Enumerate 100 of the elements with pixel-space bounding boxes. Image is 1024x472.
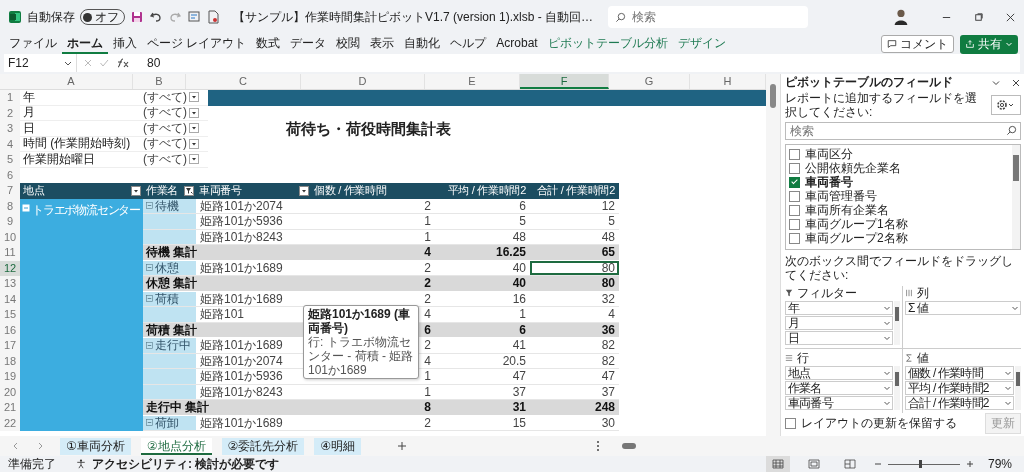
save-icon[interactable] (130, 10, 144, 24)
column-header[interactable]: B (133, 74, 186, 89)
accessibility-status[interactable]: アクセシビリティ: 検討が必要です (92, 455, 280, 472)
row-header[interactable]: 4 (0, 136, 20, 152)
formula-field[interactable]: 80 (139, 56, 1020, 70)
row-header[interactable]: 5 (0, 152, 20, 168)
scrollbar[interactable] (1012, 145, 1020, 249)
collapse-icon[interactable] (146, 295, 153, 303)
previous-sheet-icon[interactable] (12, 442, 20, 450)
row-header[interactable]: 22 (0, 415, 20, 431)
ribbon-tab[interactable]: ページ レイアウト (142, 34, 252, 54)
column-header[interactable]: A (10, 74, 133, 89)
accessibility-icon[interactable] (76, 459, 86, 469)
row-header[interactable]: 17 (0, 338, 20, 354)
filter-dropdown-button[interactable] (189, 107, 199, 118)
zoom-slider[interactable] (887, 459, 960, 469)
collapse-icon[interactable] (146, 341, 153, 349)
area-field[interactable]: 月 (785, 316, 893, 330)
row-header[interactable]: 14 (0, 291, 20, 307)
row-header[interactable]: 8 (0, 198, 20, 214)
ribbon-tab[interactable]: Acrobat (491, 34, 543, 54)
table-cell[interactable]: 4 (530, 307, 619, 322)
row-header[interactable]: 11 (0, 245, 20, 261)
table-cell[interactable]: 37 (530, 384, 619, 399)
table-cell[interactable]: 12 (530, 198, 619, 213)
zoom-out-icon[interactable] (873, 460, 882, 468)
column-header[interactable]: C (186, 74, 301, 89)
ribbon-tab[interactable]: ヘルプ (445, 34, 492, 54)
checkbox[interactable] (789, 162, 800, 174)
row-header[interactable]: 7 (0, 183, 20, 199)
area-field[interactable]: 地点 (785, 366, 893, 380)
filter-dropdown-button[interactable] (189, 123, 199, 134)
form-icon[interactable] (187, 10, 201, 24)
filter-dropdown-button[interactable] (189, 138, 199, 149)
search-field[interactable]: 検索 (608, 6, 809, 28)
document-icon[interactable] (206, 10, 220, 24)
settings-button[interactable] (991, 95, 1021, 115)
table-cell[interactable]: 47 (530, 369, 619, 384)
ribbon-tab[interactable]: デザイン (672, 34, 731, 54)
table-cell[interactable]: 80 (530, 260, 619, 275)
row-header[interactable]: 19 (0, 369, 20, 385)
checkbox[interactable] (789, 232, 800, 244)
more-icon[interactable] (596, 440, 600, 452)
checkbox[interactable] (785, 418, 796, 429)
checkbox[interactable] (789, 204, 800, 216)
ribbon-tab[interactable]: ファイル (4, 34, 62, 54)
scrollbar[interactable] (1015, 366, 1021, 410)
close-icon[interactable] (1005, 11, 1016, 23)
restore-icon[interactable] (973, 11, 984, 23)
vertical-scrollbar[interactable] (766, 74, 780, 436)
ribbon-tab[interactable]: 挿入 (108, 34, 142, 54)
row-header[interactable]: 20 (0, 384, 20, 400)
row-header[interactable]: 16 (0, 322, 20, 338)
collapse-icon[interactable] (22, 203, 30, 212)
row-header[interactable]: 6 (0, 167, 20, 183)
collapse-icon[interactable] (146, 264, 153, 272)
filter-dropdown-button[interactable] (189, 154, 199, 165)
table-cell[interactable]: 30 (530, 415, 619, 430)
sheet-tab[interactable]: ④明細 (314, 437, 362, 455)
zoom-in-icon[interactable] (965, 460, 974, 468)
table-cell[interactable]: 5 (530, 214, 619, 229)
checkbox[interactable] (789, 176, 800, 188)
area-field[interactable]: 年 (785, 301, 893, 315)
table-cell[interactable]: 248 (530, 400, 619, 415)
row-header[interactable]: 3 (0, 121, 20, 137)
area-field[interactable]: 作業名 (785, 381, 893, 395)
ribbon-tab[interactable]: 数式 (251, 34, 286, 54)
sheet-tab[interactable]: ②地点分析 (140, 437, 212, 455)
collapse-icon[interactable] (146, 419, 153, 427)
table-cell[interactable]: 32 (530, 291, 619, 306)
scrollbar[interactable] (894, 301, 900, 345)
share-button[interactable]: 共有 (960, 34, 1018, 54)
undo-icon[interactable] (149, 10, 163, 24)
ribbon-tab[interactable]: 自動化 (399, 34, 446, 54)
normal-view-button[interactable] (765, 456, 790, 472)
field-search[interactable]: 検索 (785, 122, 1021, 140)
zoom-level[interactable]: 79% (987, 457, 1012, 471)
close-icon[interactable] (1011, 77, 1021, 88)
check-icon[interactable] (99, 58, 109, 68)
row-header[interactable]: 21 (0, 400, 20, 416)
table-cell[interactable]: 48 (530, 229, 619, 244)
area-field[interactable]: 個数 / 作業時間 (905, 366, 1014, 380)
next-sheet-icon[interactable] (36, 442, 44, 450)
row-header[interactable]: 13 (0, 276, 20, 292)
sheet-tab[interactable]: ②委託先分析 (221, 437, 305, 455)
dropdown-button[interactable] (131, 185, 141, 196)
column-header[interactable]: D (301, 74, 425, 89)
dropdown-button[interactable] (299, 185, 309, 196)
table-cell[interactable]: 82 (530, 338, 619, 353)
row-header[interactable]: 10 (0, 229, 20, 245)
area-field[interactable]: 車両番号 (785, 396, 893, 410)
sheet-tab[interactable]: ①車両分析 (60, 437, 131, 455)
checkbox[interactable] (789, 190, 800, 202)
area-field[interactable]: Σ 値 (905, 301, 1021, 315)
table-cell[interactable]: 65 (530, 245, 619, 260)
checkbox[interactable] (789, 148, 800, 160)
avatar-icon[interactable] (892, 8, 910, 26)
area-field[interactable]: 合計 / 作業時間2 (905, 396, 1014, 410)
area-field[interactable]: 日 (785, 331, 893, 345)
row-header[interactable]: 15 (0, 307, 20, 323)
